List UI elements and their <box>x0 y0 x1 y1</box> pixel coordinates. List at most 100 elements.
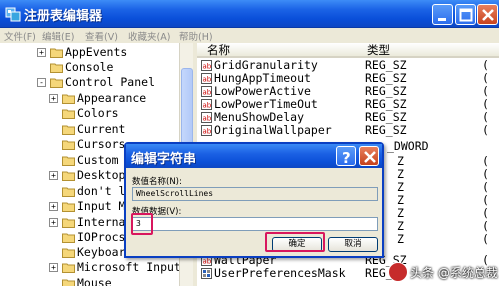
svg-text:ab: ab <box>203 89 212 97</box>
value-data: ( <box>482 232 489 246</box>
tree-label: Microsoft Input <box>77 260 181 274</box>
svg-text:ab: ab <box>203 258 212 266</box>
menu-file[interactable]: 文件(F) <box>4 29 36 43</box>
svg-text:ab: ab <box>203 76 212 84</box>
string-value-icon: ab <box>201 125 212 136</box>
expand-icon[interactable]: + <box>49 202 58 211</box>
maximize-button[interactable] <box>455 4 476 25</box>
tree-label: Appearance <box>77 91 147 105</box>
value-name-field: WheelScrollLines <box>132 187 378 201</box>
svg-text:ab: ab <box>203 63 212 71</box>
value-data: ( <box>482 123 489 137</box>
menu-edit[interactable]: 编辑(E) <box>42 29 74 43</box>
svg-text:ab: ab <box>203 102 212 110</box>
tree-label: Current <box>77 122 126 136</box>
collapse-icon[interactable]: - <box>37 78 46 87</box>
expand-icon[interactable]: + <box>37 48 46 57</box>
string-value-icon: ab <box>201 99 212 110</box>
tree-label: Console <box>65 60 114 74</box>
dialog-close-button[interactable] <box>359 146 379 166</box>
string-value-icon: ab <box>201 73 212 84</box>
tree-label: AppEvents <box>65 45 128 59</box>
regedit-icon <box>5 7 21 22</box>
menu-view[interactable]: 查看(V) <box>85 29 118 43</box>
tree-label: IOProcs <box>77 230 126 244</box>
expand-icon[interactable]: + <box>49 171 58 180</box>
tree-item-appearance[interactable]: + Appearance <box>0 91 179 106</box>
folder-icon <box>62 202 75 212</box>
folder-icon <box>62 233 75 243</box>
expand-icon[interactable]: + <box>49 94 58 103</box>
folder-icon <box>62 263 75 273</box>
folder-icon <box>62 171 75 181</box>
string-value-icon: ab <box>201 112 212 123</box>
question-icon: ? <box>342 149 351 167</box>
tree-label: don't l <box>77 184 126 198</box>
expand-icon[interactable]: + <box>49 218 58 227</box>
maximize-icon <box>459 8 473 22</box>
tree-label: Desktop <box>77 168 126 182</box>
folder-icon <box>62 109 75 119</box>
folder-icon <box>62 248 75 258</box>
tree-label: Control Panel <box>65 75 156 89</box>
close-button[interactable] <box>477 4 498 25</box>
minimize-icon <box>438 18 446 21</box>
window-title-bar[interactable]: 注册表编辑器 <box>0 0 499 28</box>
watermark-text: 头条 @系统总裁 <box>410 266 498 280</box>
list-header: 名称 类型 <box>197 43 499 58</box>
window-title: 注册表编辑器 <box>24 9 103 24</box>
highlight-ok-button <box>265 232 325 252</box>
help-button[interactable]: ? <box>336 146 356 167</box>
tree-item-colors[interactable]: Colors <box>0 106 179 121</box>
tree-item-current[interactable]: Current <box>0 122 179 137</box>
menu-bar: 文件(F) 编辑(E) 查看(V) 收藏夹(A) 帮助(H) <box>0 28 499 43</box>
folder-icon <box>62 125 75 135</box>
folder-icon <box>62 140 75 150</box>
svg-text:ab: ab <box>203 115 212 123</box>
column-header-name[interactable]: 名称 <box>207 43 230 58</box>
tree-label: Mouse <box>77 276 112 286</box>
tree-item-microsoft-input[interactable]: + Microsoft Input <box>0 260 181 275</box>
highlight-value-data <box>131 213 153 235</box>
value-data-field[interactable]: 3 <box>132 217 378 231</box>
list-row[interactable]: ab OriginalWallpaper REG_SZ ( <box>197 124 499 137</box>
svg-text:ab: ab <box>203 128 212 136</box>
cancel-button[interactable]: 取消 <box>328 237 378 252</box>
tree-item-appevents[interactable]: + AppEvents <box>0 45 179 60</box>
value-type: Z <box>397 232 404 246</box>
tree-item-control-panel[interactable]: - Control Panel <box>0 75 179 90</box>
folder-icon <box>50 63 63 73</box>
tree-label: Colors <box>77 106 119 120</box>
expand-icon[interactable]: + <box>49 263 58 272</box>
folder-icon <box>62 94 75 104</box>
value-type: REG_SZ <box>365 123 407 137</box>
binary-value-icon <box>201 268 212 279</box>
value-name: UserPreferencesMask <box>214 266 346 280</box>
open-folder-icon <box>50 78 63 88</box>
tree-item-console[interactable]: Console <box>0 60 179 75</box>
watermark-logo-icon <box>388 262 408 282</box>
minimize-button[interactable] <box>432 4 453 25</box>
menu-help[interactable]: 帮助(H) <box>179 29 213 43</box>
string-value-icon: ab <box>201 86 212 97</box>
folder-icon <box>62 187 75 197</box>
svg-text:?: ? <box>342 149 351 167</box>
tree-label: Input M <box>77 199 126 213</box>
folder-icon <box>50 48 63 58</box>
string-value-icon: ab <box>201 60 212 71</box>
tree-label: Interna <box>77 215 126 229</box>
value-name: OriginalWallpaper <box>214 123 332 137</box>
column-header-type[interactable]: 类型 <box>367 43 390 58</box>
tree-label: Keyboar <box>77 245 126 259</box>
value-name-label: 数值名称(N): <box>132 177 182 187</box>
value-type: _DWORD <box>387 139 429 153</box>
folder-icon <box>62 156 75 166</box>
menu-favorites[interactable]: 收藏夹(A) <box>128 29 170 43</box>
edit-string-dialog: 编辑字符串 ? 数值名称(N): WheelScrollLines 数值数据(V… <box>124 142 384 258</box>
close-icon <box>482 9 494 21</box>
tree-item-mouse[interactable]: Mouse <box>0 276 179 286</box>
folder-icon <box>62 218 75 228</box>
dialog-title: 编辑字符串 <box>131 152 197 167</box>
dialog-title-bar[interactable]: 编辑字符串 ? <box>126 144 382 168</box>
folder-icon <box>62 279 75 286</box>
